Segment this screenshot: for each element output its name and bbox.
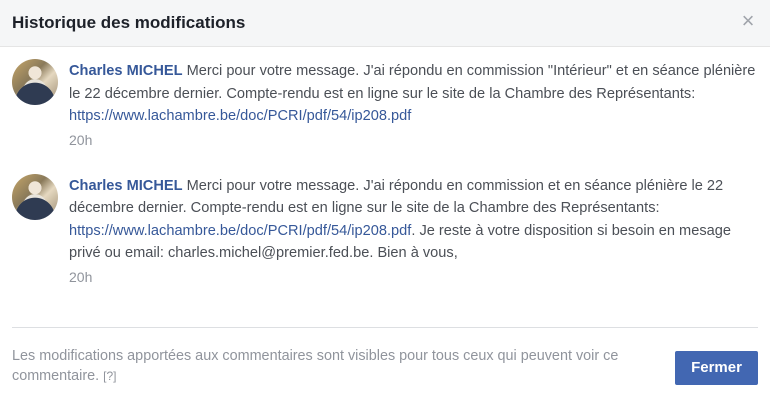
- dialog-header: Historique des modifications: [0, 0, 770, 47]
- help-link[interactable]: [?]: [103, 369, 116, 383]
- comment-url-link[interactable]: https://www.lachambre.be/doc/PCRI/pdf/54…: [69, 108, 411, 124]
- edit-history-dialog: Historique des modifications × Charles M…: [0, 0, 770, 405]
- comment-content: Charles MICHEL Merci pour votre message.…: [69, 59, 758, 151]
- comment-item: Charles MICHEL Merci pour votre message.…: [12, 173, 758, 288]
- comment-timestamp: 20h: [69, 131, 93, 148]
- comment-author-link[interactable]: Charles MICHEL: [69, 63, 183, 79]
- close-button[interactable]: Fermer: [675, 351, 758, 385]
- close-icon[interactable]: ×: [738, 10, 758, 32]
- avatar[interactable]: [12, 173, 58, 220]
- comment-url-link[interactable]: https://www.lachambre.be/doc/PCRI/pdf/54…: [69, 223, 411, 239]
- footer-note: Les modifications apportées aux commenta…: [12, 346, 672, 386]
- avatar[interactable]: [12, 59, 58, 105]
- comment-content: Charles MICHEL Merci pour votre message.…: [69, 174, 758, 288]
- comment-list: Charles MICHEL Merci pour votre message.…: [0, 47, 770, 288]
- comment-timestamp: 20h: [69, 268, 93, 285]
- footer-divider: [12, 327, 758, 328]
- comment-item: Charles MICHEL Merci pour votre message.…: [12, 59, 758, 151]
- comment-author-link[interactable]: Charles MICHEL: [69, 178, 183, 194]
- dialog-title: Historique des modifications: [12, 13, 246, 32]
